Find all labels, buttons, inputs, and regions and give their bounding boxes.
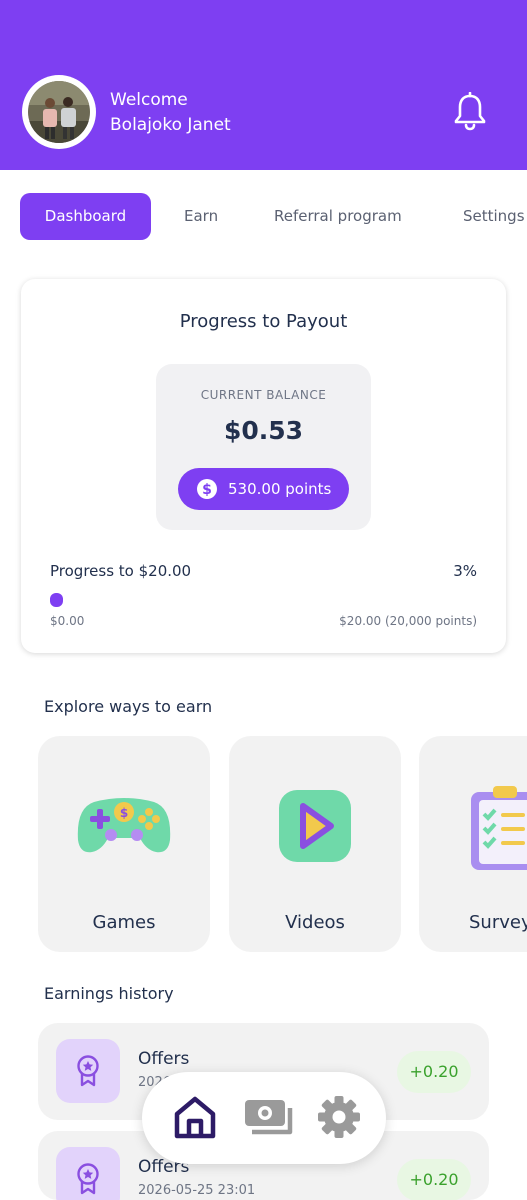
history-item-amount: +0.20 xyxy=(397,1051,471,1093)
bell-icon[interactable] xyxy=(452,91,488,132)
home-icon[interactable] xyxy=(170,1094,220,1140)
award-badge-icon xyxy=(77,1163,99,1195)
progress-label: Progress to $20.00 xyxy=(50,562,192,580)
earn-options-row: $ Games Videos Survey xyxy=(0,736,527,954)
tab-bar: Dashboard Earn Referral program Settings xyxy=(0,193,527,241)
balance-label: CURRENT BALANCE xyxy=(200,388,327,402)
history-item-amount: +0.20 xyxy=(397,1159,471,1200)
progress-percent: 3% xyxy=(453,562,477,580)
points-value: 530.00 points xyxy=(228,480,332,498)
history-item-icon-tile xyxy=(56,1039,120,1103)
app-header: Welcome Bolajoko Janet xyxy=(0,0,527,170)
history-item-icon-tile xyxy=(56,1147,120,1200)
tab-settings[interactable]: Settings xyxy=(463,193,525,240)
earn-card-label: Surveys xyxy=(469,912,527,933)
tab-referral-program[interactable]: Referral program xyxy=(274,193,402,240)
play-video-icon xyxy=(265,782,365,870)
progress-bar-fill xyxy=(50,593,63,607)
svg-text:$: $ xyxy=(120,806,128,820)
cash-icon[interactable] xyxy=(244,1094,294,1140)
gear-icon[interactable] xyxy=(314,1094,364,1140)
points-badge: $ 530.00 points xyxy=(178,468,349,510)
earn-card-label: Games xyxy=(92,912,156,933)
tab-dashboard[interactable]: Dashboard xyxy=(20,193,151,240)
current-balance-box: CURRENT BALANCE $0.53 $ 530.00 points xyxy=(156,364,371,530)
history-item-date: 2026-05-25 23:01 xyxy=(138,1183,256,1198)
explore-section-title: Explore ways to earn xyxy=(44,697,213,716)
balance-amount: $0.53 xyxy=(223,416,304,445)
earn-card-label: Videos xyxy=(285,912,345,933)
tab-earn[interactable]: Earn xyxy=(184,193,218,240)
payout-progress-card: Progress to Payout CURRENT BALANCE $0.53… xyxy=(21,279,506,653)
welcome-text: Welcome xyxy=(110,90,188,110)
progress-max-label: $20.00 (20,000 points) xyxy=(339,614,477,628)
earn-card-surveys[interactable]: Surveys xyxy=(419,736,527,952)
earn-card-games[interactable]: $ Games xyxy=(38,736,210,952)
progress-min-label: $0.00 xyxy=(50,614,85,628)
clipboard-checklist-icon xyxy=(455,782,527,870)
earn-card-videos[interactable]: Videos xyxy=(229,736,401,952)
dollar-coin-icon: $ xyxy=(196,478,218,500)
history-section-title: Earnings history xyxy=(44,984,174,1003)
history-item-title: Offers xyxy=(138,1049,190,1069)
gamepad-icon: $ xyxy=(74,782,174,870)
progress-bar xyxy=(50,593,477,607)
welcome-block: Welcome Bolajoko Janet xyxy=(110,88,231,138)
bottom-navigation xyxy=(142,1072,386,1164)
svg-text:$: $ xyxy=(202,482,212,498)
avatar[interactable] xyxy=(22,75,96,149)
avatar-photo xyxy=(28,81,90,143)
payout-card-title: Progress to Payout xyxy=(179,311,348,332)
award-badge-icon xyxy=(77,1055,99,1087)
user-name: Bolajoko Janet xyxy=(110,115,231,135)
